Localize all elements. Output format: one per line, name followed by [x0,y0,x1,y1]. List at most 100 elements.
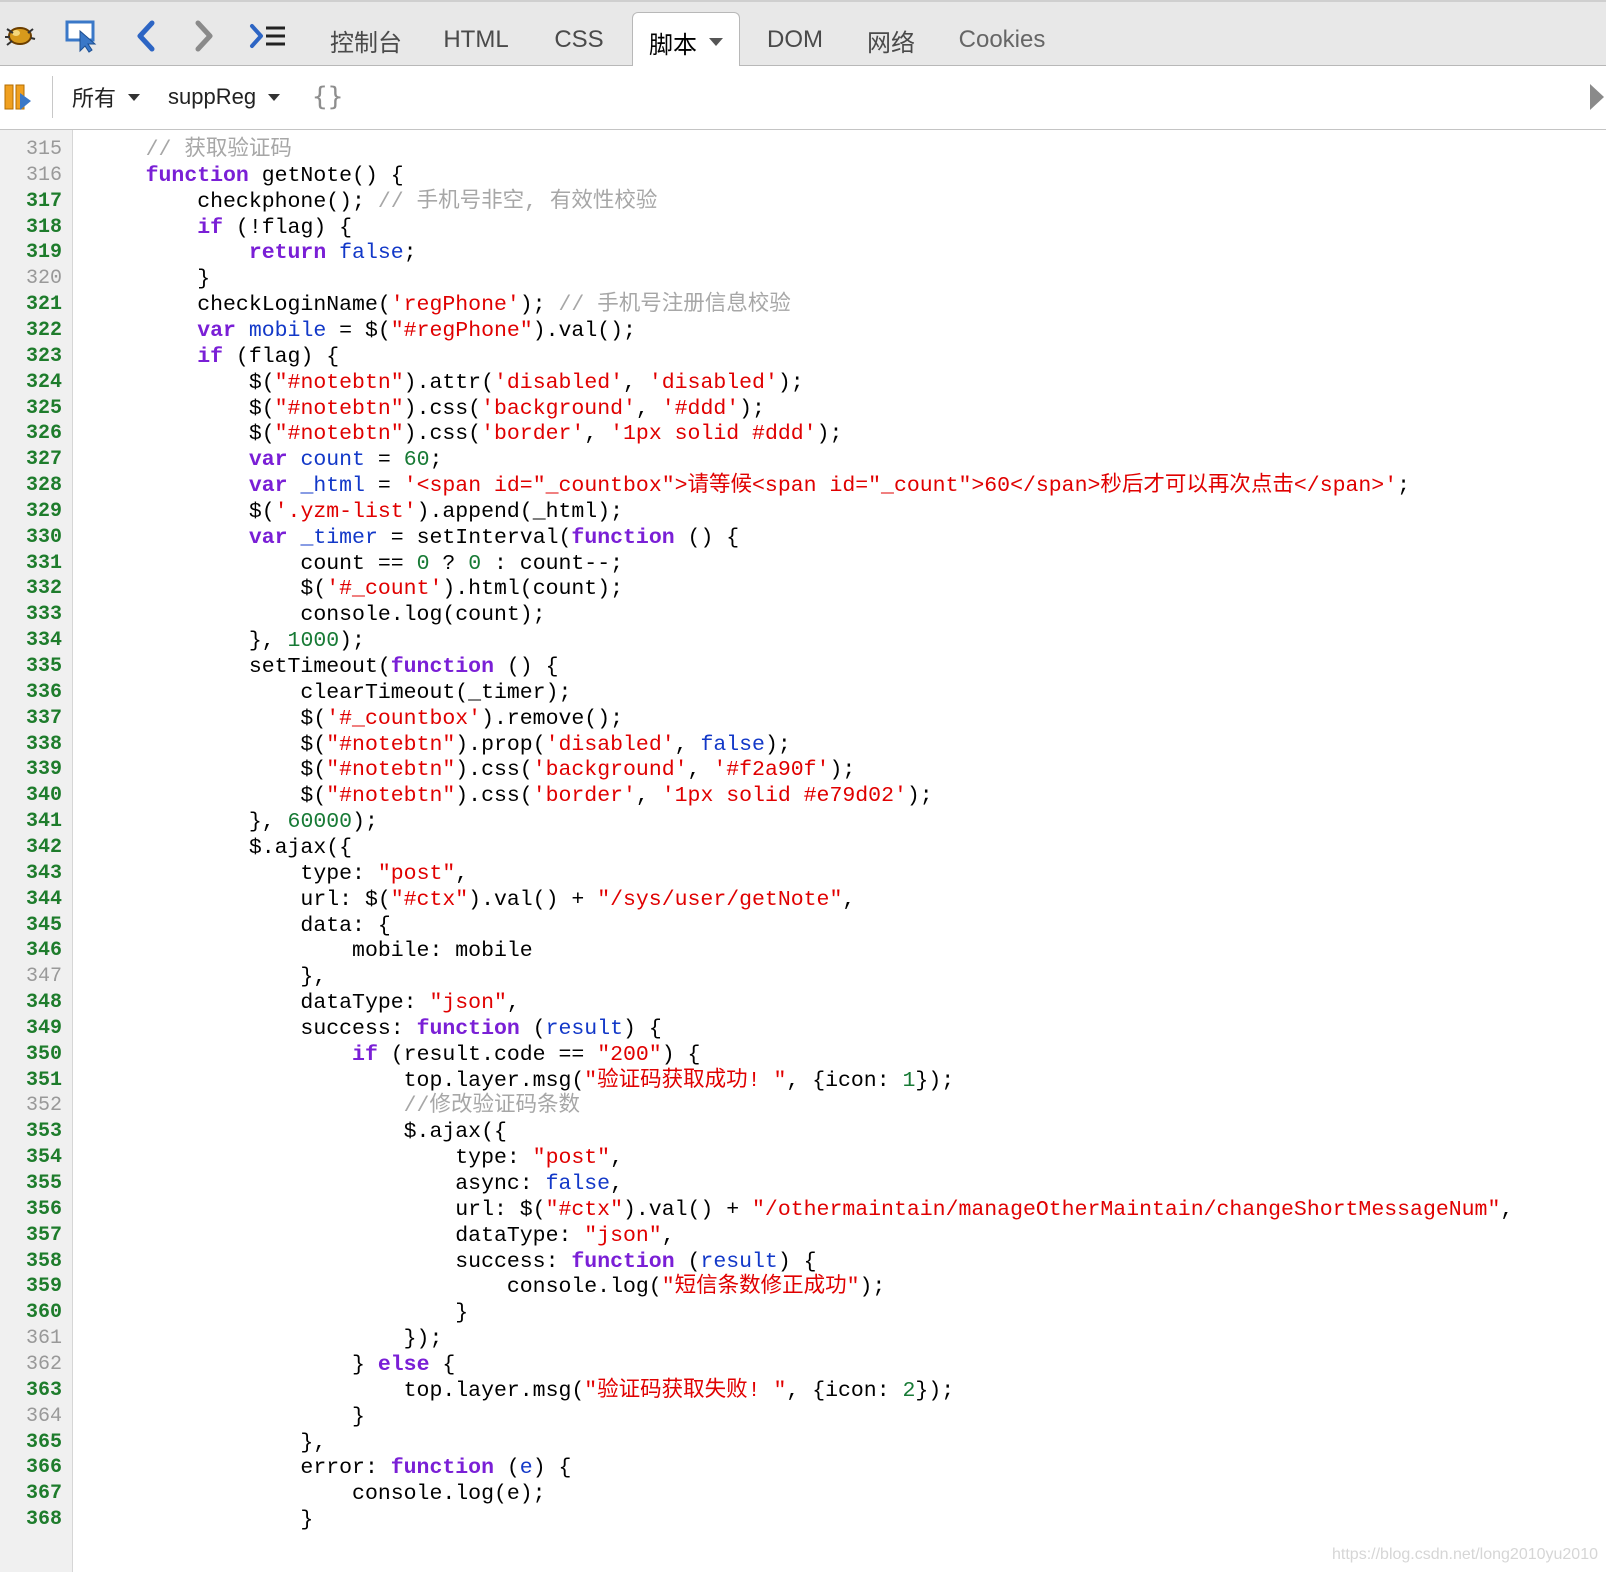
line-number[interactable]: 342 [0,835,62,861]
line-number[interactable]: 325 [0,396,62,422]
line-number[interactable]: 329 [0,499,62,525]
line-number[interactable]: 346 [0,938,62,964]
line-number[interactable]: 354 [0,1145,62,1171]
line-number[interactable]: 343 [0,861,62,887]
line-number[interactable]: 318 [0,215,62,241]
code-token: ).val(); [532,318,636,343]
code-line: 323 if (flag) { [0,344,1606,370]
line-number[interactable]: 366 [0,1455,62,1481]
code-text: $.ajax({ [94,1119,507,1145]
line-number[interactable]: 334 [0,628,62,654]
line-number[interactable]: 327 [0,447,62,473]
line-number[interactable]: 333 [0,602,62,628]
line-number[interactable]: 368 [0,1507,62,1533]
line-number[interactable]: 365 [0,1430,62,1456]
line-number[interactable]: 331 [0,551,62,577]
tab-dom[interactable]: DOM [752,12,838,68]
forward-icon[interactable] [184,16,224,56]
line-number[interactable]: 324 [0,370,62,396]
code-token: // 手机号非空, 有效性校验 [377,189,658,214]
code-token: ); [352,810,378,835]
chevron-down-icon[interactable] [709,38,723,46]
code-token: } [94,267,211,292]
code-line: 319 return false; [0,240,1606,266]
line-number[interactable]: 336 [0,680,62,706]
expand-panel-icon[interactable] [1588,78,1606,116]
line-number[interactable]: 363 [0,1378,62,1404]
line-number[interactable]: 349 [0,1016,62,1042]
line-number[interactable]: 316 [0,163,62,189]
line-number[interactable]: 348 [0,990,62,1016]
code-text: if (flag) { [94,344,339,370]
line-number[interactable]: 335 [0,654,62,680]
line-number[interactable]: 321 [0,292,62,318]
firebug-icon[interactable] [0,16,40,56]
code-token: 0 [468,551,482,576]
tab-css[interactable]: CSS [536,12,622,68]
line-number[interactable]: 362 [0,1352,62,1378]
line-number[interactable]: 355 [0,1171,62,1197]
line-number[interactable]: 317 [0,189,62,215]
pause-icon[interactable] [2,78,36,116]
line-number[interactable]: 352 [0,1093,62,1119]
command-line-icon[interactable] [248,16,288,56]
code-token: function [571,525,675,550]
line-number[interactable]: 323 [0,344,62,370]
line-number[interactable]: 364 [0,1404,62,1430]
script-file-dropdown[interactable]: suppReg [168,78,281,116]
line-number[interactable]: 320 [0,266,62,292]
line-number[interactable]: 330 [0,525,62,551]
line-number[interactable]: 341 [0,809,62,835]
line-number[interactable]: 339 [0,757,62,783]
code-token: 'disabled' [545,732,675,757]
code-token: '.yzm-list' [274,499,417,524]
code-token: getNote() { [248,163,404,188]
code-token: result [545,1016,624,1041]
line-number[interactable]: 338 [0,732,62,758]
line-number[interactable]: 344 [0,887,62,913]
line-number[interactable]: 350 [0,1042,62,1068]
tab-console[interactable]: 控制台 [318,12,414,68]
line-number[interactable]: 345 [0,913,62,939]
tab-html[interactable]: HTML [430,12,522,68]
code-token: 2 [902,1378,916,1403]
code-token: , [584,422,611,447]
script-source-view[interactable]: 314 315 // 获取验证码316 function getNote() {… [0,130,1606,1572]
line-number[interactable]: 337 [0,706,62,732]
line-number[interactable]: 360 [0,1300,62,1326]
code-token: // 手机号注册信息校验 [558,293,791,318]
code-token: 'border' [532,784,636,809]
line-number[interactable]: 367 [0,1481,62,1507]
code-token: , {icon: [786,1068,903,1093]
tab-cookies[interactable]: Cookies [944,12,1060,68]
line-number[interactable]: 358 [0,1249,62,1275]
code-line: 341 }, 60000); [0,809,1606,835]
line-number[interactable]: 353 [0,1119,62,1145]
line-number[interactable]: 328 [0,473,62,499]
line-number[interactable]: 340 [0,783,62,809]
inspect-icon[interactable] [62,16,102,56]
tab-script[interactable]: 脚本 [632,12,740,71]
script-filter-dropdown[interactable]: 所有 [72,78,141,116]
line-number[interactable]: 351 [0,1068,62,1094]
tab-network[interactable]: 网络 [852,12,930,68]
line-number[interactable]: 332 [0,576,62,602]
line-number[interactable]: 361 [0,1326,62,1352]
code-token: '<span id="_countbox">请等候<span id="_coun… [403,474,1398,499]
code-token: function [145,163,249,188]
line-number[interactable]: 356 [0,1197,62,1223]
code-token: "#regPhone" [390,318,533,343]
line-number[interactable]: 319 [0,240,62,266]
line-number[interactable]: 347 [0,964,62,990]
line-number[interactable]: 357 [0,1223,62,1249]
line-number[interactable]: 315 [0,137,62,163]
line-number[interactable]: 359 [0,1274,62,1300]
back-icon[interactable] [126,16,166,56]
code-token: ).attr( [403,370,494,395]
line-number[interactable]: 326 [0,421,62,447]
pretty-print-button[interactable]: {} [312,78,343,116]
line-number[interactable]: 322 [0,318,62,344]
